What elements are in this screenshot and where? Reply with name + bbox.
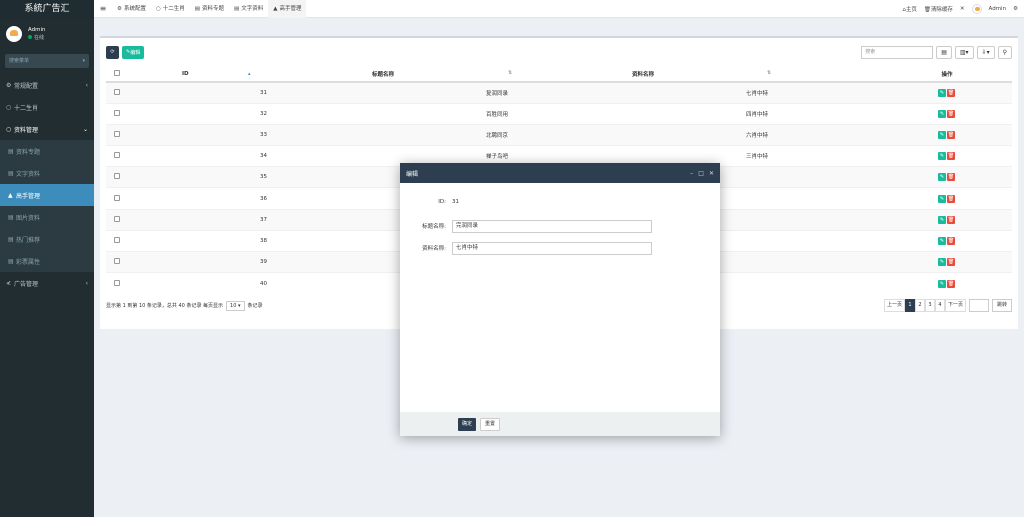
reset-button[interactable]: 重置 <box>480 417 501 431</box>
id-value: 31 <box>452 199 459 205</box>
modal-footer: 确定 重置 <box>400 412 720 436</box>
confirm-button[interactable]: 确定 <box>458 417 477 431</box>
title-label: 标题名称: <box>422 224 446 230</box>
modal-header: 编辑 – □ ✕ <box>400 163 720 183</box>
minimize-icon[interactable]: – <box>690 170 693 177</box>
close-icon[interactable]: ✕ <box>709 170 714 177</box>
title-input[interactable]: 完润同录 <box>452 219 652 233</box>
data-name-label: 资料名称: <box>422 246 446 252</box>
modal-title: 编辑 <box>406 170 419 178</box>
id-label: ID: <box>438 199 446 205</box>
edit-modal: 编辑 – □ ✕ ID: 31 标题名称: 完润同录 资料名称: 七肖中特 确定… <box>400 163 720 436</box>
data-name-input[interactable]: 七肖中特 <box>452 241 652 255</box>
maximize-icon[interactable]: □ <box>698 170 704 177</box>
